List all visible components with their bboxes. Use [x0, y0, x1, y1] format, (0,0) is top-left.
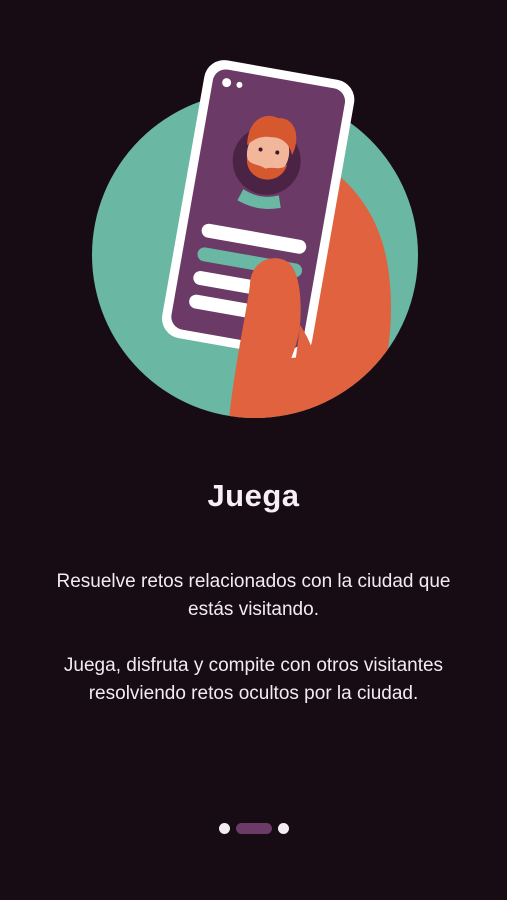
page-dot-3[interactable]: [277, 822, 289, 834]
page-dot-2-active[interactable]: [235, 822, 272, 834]
description-paragraph-1: Resuelve retos relacionados con la ciuda…: [56, 571, 451, 620]
description-paragraph-2: Juega, disfruta y compite con otros visi…: [63, 655, 444, 704]
description: Resuelve retos relacionados con la ciuda…: [40, 568, 467, 708]
page-indicator: [0, 820, 507, 836]
phone-in-hand-illustration: [92, 60, 418, 418]
page-dot-1[interactable]: [218, 822, 230, 834]
page-title: Juega: [207, 478, 300, 513]
